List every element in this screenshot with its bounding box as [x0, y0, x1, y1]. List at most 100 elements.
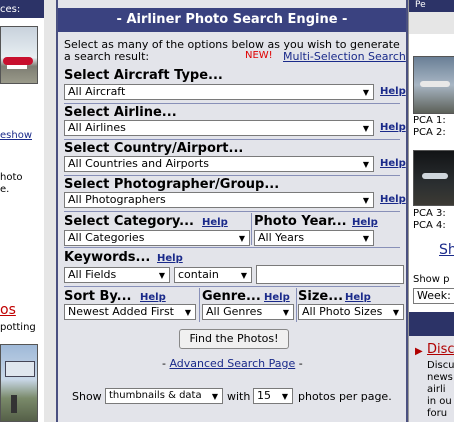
size-select[interactable]: All Photo Sizes ▼	[298, 304, 404, 320]
photographer-help-link[interactable]: Help	[380, 194, 406, 205]
keyword-text-input[interactable]	[256, 265, 404, 284]
display-mode-select[interactable]: thumbnails & data ▼	[105, 388, 223, 404]
discuss-text-3: airli	[427, 384, 446, 395]
advanced-search-link[interactable]: Advanced Search Page	[169, 357, 295, 370]
airline-label: Select Airline...	[64, 105, 177, 120]
advanced-suffix: -	[295, 357, 303, 370]
aircraft-thumbnail-2[interactable]	[0, 344, 38, 422]
genre-select[interactable]: All Genres ▼	[202, 304, 294, 320]
aircraft-thumbnail-1[interactable]	[0, 26, 38, 84]
search-intro-line2: a search result:	[64, 50, 150, 63]
sort-help-link[interactable]: Help	[140, 292, 166, 303]
keyword-mode-value: contain	[178, 268, 219, 281]
keyword-field-value: All Fields	[68, 268, 117, 281]
sort-by-value: Newest Added First	[68, 305, 174, 318]
per-page-select[interactable]: 15 ▼	[253, 388, 293, 404]
aircraft-type-label: Select Aircraft Type...	[64, 68, 223, 83]
photographer-value: All Photographers	[68, 193, 166, 206]
sort-by-select[interactable]: Newest Added First ▼	[64, 304, 196, 320]
chevron-down-icon: ▼	[362, 196, 369, 205]
photo-year-select[interactable]: All Years ▼	[254, 230, 374, 246]
chevron-down-icon: ▼	[362, 160, 369, 169]
week-select[interactable]: Week:	[413, 288, 454, 304]
category-select[interactable]: All Categories ▼	[64, 230, 250, 246]
search-panel-title: - Airliner Photo Search Engine -	[58, 8, 406, 32]
discuss-text-5: foru	[427, 408, 448, 419]
keywords-help-link[interactable]: Help	[157, 253, 183, 264]
divider	[199, 288, 200, 322]
discuss-text-2: news	[427, 372, 453, 383]
airline-value: All Airlines	[68, 121, 126, 134]
right-header-strip: Pe	[409, 0, 454, 12]
slideshow-link[interactable]: eshow	[0, 130, 32, 141]
right-column: Pe PCA 1: PCA 2: PCA 3: PCA 4: Sh Show p…	[408, 0, 454, 422]
photo-year-label: Photo Year...	[254, 214, 347, 229]
country-airport-label: Select Country/Airport...	[64, 141, 244, 156]
sort-by-label: Sort By...	[64, 289, 132, 304]
bullet-icon: ▶	[415, 346, 423, 357]
chevron-down-icon: ▼	[282, 308, 289, 317]
aircraft-thumbnail-pca3[interactable]	[413, 150, 454, 206]
category-value: All Categories	[68, 231, 145, 244]
aircraft-thumbnail-pca1[interactable]	[413, 56, 454, 114]
display-mode-value: thumbnails & data	[109, 390, 202, 401]
aircraft-help-link[interactable]: Help	[380, 86, 406, 97]
chevron-down-icon: ▼	[158, 271, 165, 280]
divider	[64, 139, 400, 140]
new-badge: NEW!	[245, 50, 273, 61]
divider	[64, 247, 400, 248]
per-page-value: 15	[257, 389, 271, 402]
airline-help-link[interactable]: Help	[380, 122, 406, 133]
chevron-down-icon: ▼	[184, 308, 191, 317]
multi-selection-search-link[interactable]: Multi-Selection Search	[283, 50, 406, 63]
aircraft-type-select[interactable]: All Aircraft ▼	[64, 84, 374, 100]
keyword-mode-select[interactable]: contain ▼	[174, 267, 252, 283]
chevron-down-icon: ▼	[281, 392, 288, 401]
left-header-strip: ces:	[0, 0, 44, 18]
photographer-select[interactable]: All Photographers ▼	[64, 192, 374, 208]
discuss-text-4: in ou	[427, 396, 452, 407]
chevron-down-icon: ▼	[238, 234, 245, 243]
pca1-label: PCA 1:	[413, 115, 446, 126]
size-label: Size...	[298, 289, 344, 304]
photo-year-value: All Years	[258, 231, 305, 244]
right-header-text: Pe	[415, 0, 426, 10]
left-header-text: ces:	[0, 4, 21, 15]
with-label: with	[227, 390, 251, 403]
airline-select[interactable]: All Airlines ▼	[64, 120, 374, 136]
left-text-spotting: potting	[0, 322, 36, 333]
keyword-field-select[interactable]: All Fields ▼	[64, 267, 170, 283]
chevron-down-icon: ▼	[362, 124, 369, 133]
pca3-label: PCA 3:	[413, 208, 446, 219]
left-text-e: e.	[0, 184, 10, 195]
chevron-down-icon: ▼	[362, 88, 369, 97]
size-help-link[interactable]: Help	[345, 292, 371, 303]
year-help-link[interactable]: Help	[352, 217, 378, 228]
size-value: All Photo Sizes	[302, 305, 383, 318]
chevron-down-icon: ▼	[362, 234, 369, 243]
find-photos-button[interactable]: Find the Photos!	[179, 329, 289, 349]
pca2-label: PCA 2:	[413, 127, 446, 138]
per-page-suffix: photos per page.	[298, 390, 392, 403]
left-column: ces: eshow hoto e. os potting	[0, 0, 44, 422]
show-more-link[interactable]: Sh	[439, 242, 454, 258]
right-section-header	[409, 312, 454, 336]
genre-value: All Genres	[206, 305, 263, 318]
photo-search-panel: - Airliner Photo Search Engine - Select …	[56, 0, 408, 422]
country-airport-value: All Countries and Airports	[68, 157, 209, 170]
country-help-link[interactable]: Help	[380, 158, 406, 169]
left-photos-link[interactable]: os	[0, 302, 16, 318]
chevron-down-icon: ▼	[392, 308, 399, 317]
divider	[64, 103, 400, 104]
discuss-text-1: Discu	[427, 360, 454, 371]
keywords-label: Keywords...	[64, 250, 151, 265]
divider	[251, 213, 252, 245]
aircraft-type-value: All Aircraft	[68, 85, 126, 98]
chevron-down-icon: ▼	[240, 271, 247, 280]
discuss-link[interactable]: Disc	[427, 342, 454, 357]
week-value: Week:	[417, 289, 451, 302]
category-help-link[interactable]: Help	[202, 217, 228, 228]
show-label: Show	[72, 390, 102, 403]
genre-help-link[interactable]: Help	[264, 292, 290, 303]
country-airport-select[interactable]: All Countries and Airports ▼	[64, 156, 374, 172]
